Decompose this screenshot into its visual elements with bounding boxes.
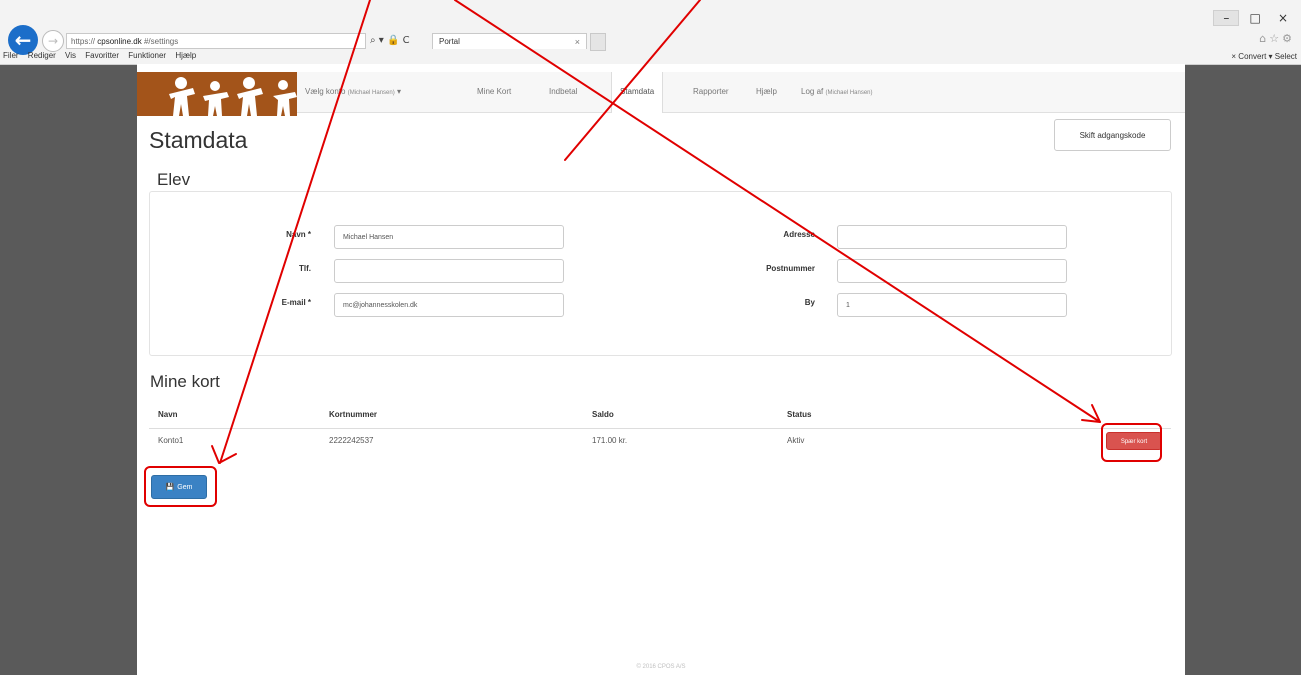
top-navbar: Vælg konto (Michael Hansen) ▾ Mine Kort … <box>137 72 1185 116</box>
browser-chrome: ← → https:// cpsonline.dk #/settings ⌕ ▾… <box>0 0 1301 65</box>
col-header-saldo: Saldo <box>592 410 614 419</box>
col-header-kortnummer: Kortnummer <box>329 410 378 419</box>
navn-label: Navn * <box>286 230 311 239</box>
address-scheme: https:// <box>71 37 96 46</box>
nav-indbetal[interactable]: Indbetal <box>549 72 577 112</box>
save-button[interactable]: 💾 Gem <box>151 475 207 499</box>
tlf-input[interactable] <box>334 259 564 283</box>
nav-choose-account-user: (Michael Hansen) <box>347 90 395 96</box>
menu-edit[interactable]: Rediger <box>28 51 56 60</box>
page-title: Stamdata <box>149 127 248 153</box>
table-header-divider <box>149 428 1171 429</box>
menu-file[interactable]: Filer <box>3 51 19 60</box>
logo-figures-icon <box>169 77 297 116</box>
nav-choose-account[interactable]: Vælg konto (Michael Hansen) ▾ <box>305 72 401 112</box>
new-tab-button[interactable] <box>590 33 606 51</box>
postnummer-label: Postnummer <box>766 264 815 273</box>
nav-logout-label: Log af <box>801 87 824 96</box>
by-label: By <box>804 298 815 307</box>
nav-rapporter[interactable]: Rapporter <box>693 72 729 112</box>
browser-tab[interactable]: Portal × <box>432 33 587 49</box>
floppy-disk-icon: 💾 <box>165 484 175 491</box>
favorites-icons[interactable]: ⌂☆⚙ <box>1259 32 1295 45</box>
adresse-input[interactable] <box>837 225 1067 249</box>
postnummer-input[interactable] <box>837 259 1067 283</box>
nav-help[interactable]: Hjælp <box>756 72 777 112</box>
nav-stamdata[interactable]: Stamdata <box>611 72 664 113</box>
nav-choose-account-label: Vælg konto <box>305 87 346 96</box>
save-button-label: Gem <box>177 484 193 491</box>
col-header-status: Status <box>787 410 812 419</box>
page-container: Vælg konto (Michael Hansen) ▾ Mine Kort … <box>137 64 1185 675</box>
minimize-icon[interactable]: – <box>1213 10 1240 26</box>
card-navn: Konto1 <box>158 436 184 445</box>
elev-heading: Elev <box>157 170 191 189</box>
convert-toolbar[interactable]: × Convert ▾ Select <box>1231 52 1297 61</box>
window-controls: – □ × <box>1213 10 1295 26</box>
browser-menubar: Filer Rediger Vis Favoritter Funktioner … <box>3 51 203 60</box>
by-input[interactable]: 1 <box>837 293 1067 317</box>
nav-mine-kort[interactable]: Mine Kort <box>477 72 511 112</box>
logo[interactable] <box>137 72 297 116</box>
email-label: E-mail * <box>281 298 311 307</box>
tab-close-icon[interactable]: × <box>575 34 580 50</box>
browser-tab-title: Portal <box>439 37 460 46</box>
nav-logout[interactable]: Log af (Michael Hansen) <box>801 72 873 112</box>
adresse-label: Adresse <box>783 230 815 239</box>
footer-copyright: © 2016 CPOS A/S <box>636 664 686 670</box>
tlf-label: Tlf. <box>299 264 311 273</box>
menu-tools[interactable]: Funktioner <box>128 51 166 60</box>
nav-logout-user: (Michael Hansen) <box>825 90 873 96</box>
block-card-button[interactable]: Spær kort <box>1106 432 1162 450</box>
card-kortnummer: 2222242537 <box>329 436 374 445</box>
menu-help[interactable]: Hjælp <box>175 51 196 60</box>
card-status: Aktiv <box>787 436 805 445</box>
chevron-down-icon: ▾ <box>396 87 401 96</box>
cards-heading: Mine kort <box>150 372 220 391</box>
forward-arrow-icon[interactable]: → <box>42 30 64 52</box>
address-path: #/settings <box>143 37 179 46</box>
navn-input[interactable]: Michael Hansen <box>334 225 564 249</box>
change-password-button[interactable]: Skift adgangskode <box>1054 119 1171 151</box>
email-input[interactable]: mc@johannesskolen.dk <box>334 293 564 317</box>
restore-icon[interactable]: □ <box>1243 11 1267 25</box>
menu-view[interactable]: Vis <box>65 51 76 60</box>
address-bar[interactable]: https:// cpsonline.dk #/settings <box>66 33 366 49</box>
card-saldo: 171.00 kr. <box>592 436 628 445</box>
address-tools-icons[interactable]: ⌕ ▾ 🔒 C <box>370 35 410 46</box>
menu-favorites[interactable]: Favoritter <box>85 51 119 60</box>
col-header-navn: Navn <box>158 410 178 419</box>
close-icon[interactable]: × <box>1271 11 1295 25</box>
address-domain: cpsonline.dk <box>97 37 142 46</box>
